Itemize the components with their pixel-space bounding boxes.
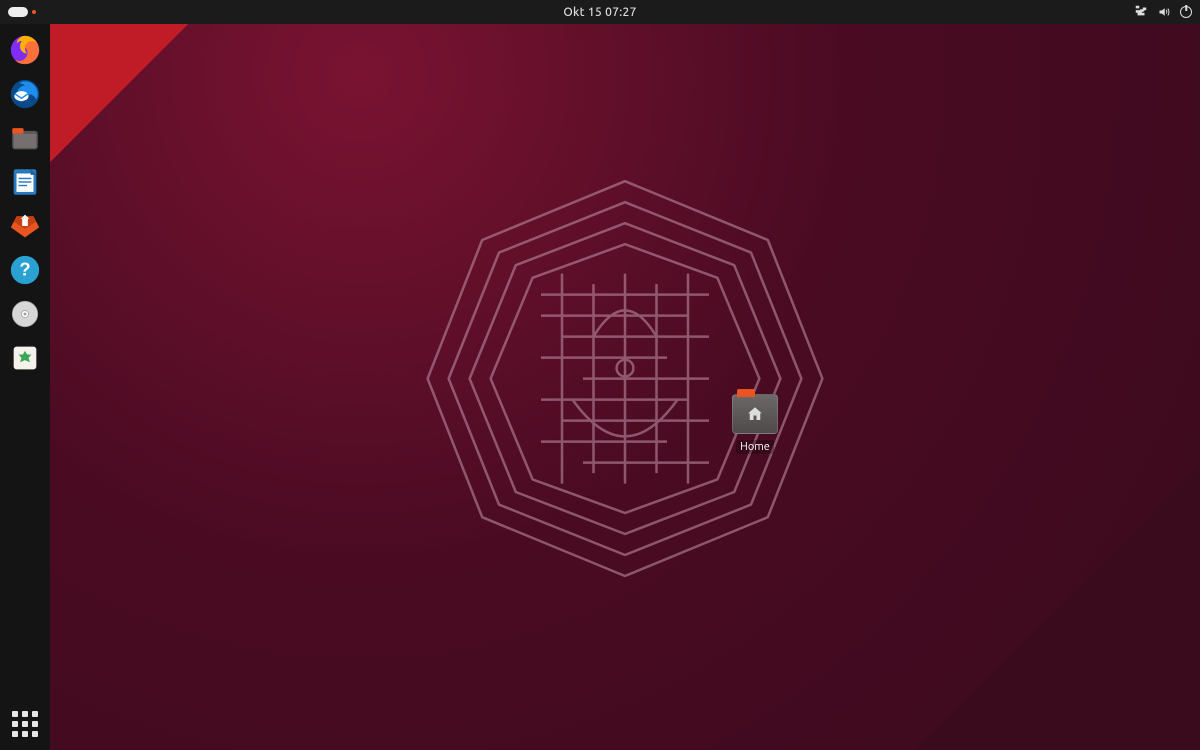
network-wired-icon [1134, 4, 1148, 21]
system-status-area[interactable] [1134, 4, 1192, 21]
show-applications-button[interactable] [7, 706, 43, 742]
launcher-files[interactable] [7, 120, 43, 156]
activities-button[interactable] [8, 7, 28, 17]
dock: ? [0, 24, 50, 750]
launcher-thunderbird[interactable] [7, 76, 43, 112]
volume-icon [1158, 6, 1170, 18]
launcher-libreoffice-writer[interactable] [7, 164, 43, 200]
folder-icon [732, 394, 778, 434]
desktop-icon-home[interactable]: Home [725, 394, 785, 454]
power-icon [1180, 6, 1192, 18]
launcher-firefox[interactable] [7, 32, 43, 68]
launcher-disc[interactable] [7, 296, 43, 332]
launcher-trash[interactable] [7, 340, 43, 376]
home-icon [733, 395, 777, 433]
desktop[interactable]: Home [50, 24, 1200, 750]
wallpaper-artwork [415, 169, 835, 589]
svg-text:?: ? [19, 259, 30, 280]
top-panel: Okt 15 07:27 [0, 0, 1200, 24]
desktop-icon-label: Home [736, 440, 774, 454]
launcher-help[interactable]: ? [7, 252, 43, 288]
clock[interactable]: Okt 15 07:27 [563, 6, 636, 19]
launcher-ubuntu-software[interactable] [7, 208, 43, 244]
